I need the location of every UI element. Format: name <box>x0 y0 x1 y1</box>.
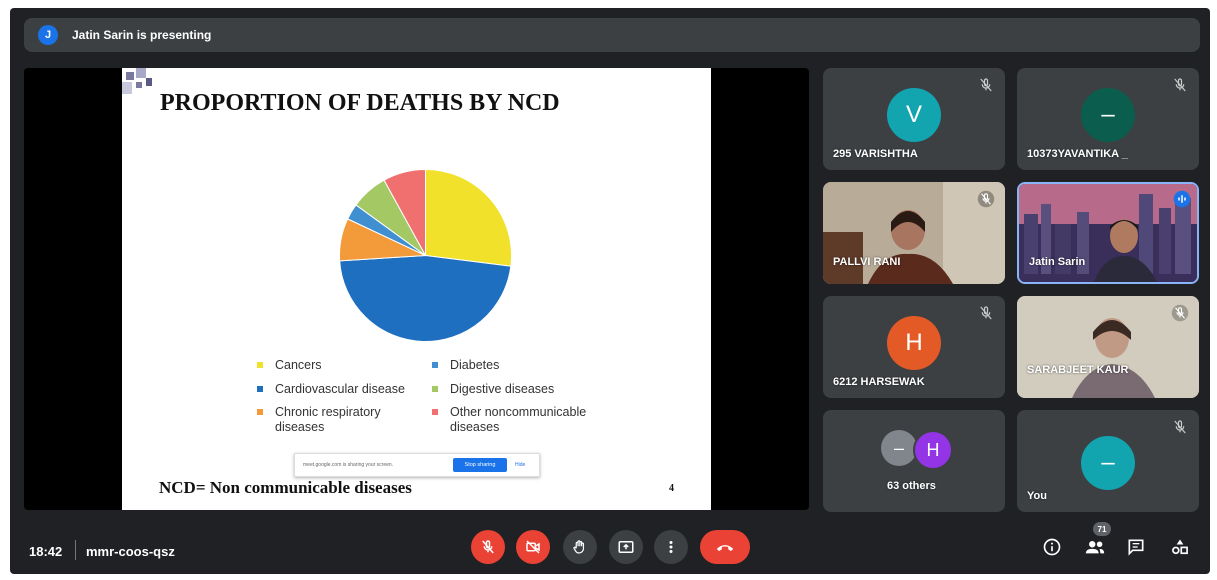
mic-toggle-button[interactable] <box>471 530 505 564</box>
participant-name: You <box>1027 490 1047 502</box>
camera-toggle-button[interactable] <box>516 530 550 564</box>
mic-off-icon <box>1171 304 1189 322</box>
legend-swatch <box>257 409 263 415</box>
participant-avatar: V <box>887 88 941 142</box>
participant-tile[interactable]: V 295 VARISHTHA <box>823 68 1005 170</box>
self-tile[interactable]: – You <box>1017 410 1199 512</box>
meet-window: J Jatin Sarin is presenting PROPORTION O… <box>10 8 1210 574</box>
people-button[interactable] <box>1083 535 1107 559</box>
end-call-button[interactable] <box>700 530 750 564</box>
participant-tile[interactable]: PALLVI RANI <box>823 182 1005 284</box>
mic-off-icon <box>1174 420 1186 434</box>
legend-label: Other noncommunicable diseases <box>450 405 587 434</box>
mic-off-icon <box>977 190 995 208</box>
participant-tile[interactable]: H 6212 HARSEWAK <box>823 296 1005 398</box>
participant-tile[interactable]: – 10373YAVANTIKA _ <box>1017 68 1199 170</box>
legend-label: Cardiovascular disease <box>275 382 405 396</box>
mic-off-icon <box>1174 78 1186 92</box>
info-icon <box>1043 538 1061 556</box>
legend-swatch <box>432 362 438 368</box>
legend-swatch <box>432 386 438 392</box>
stop-sharing-button[interactable]: Stop sharing <box>453 458 507 472</box>
participant-name: PALLVI RANI <box>833 256 901 268</box>
others-tile[interactable]: – H 63 others <box>823 410 1005 512</box>
participant-name: Jatin Sarin <box>1029 256 1086 268</box>
slide-page-number: 4 <box>669 483 674 494</box>
legend-label: Diabetes <box>450 358 500 372</box>
screen-share-notice: meet.google.com is sharing your screen. … <box>294 453 540 477</box>
participant-avatar: H <box>887 316 941 370</box>
legend-label: Chronic respiratory diseases <box>275 405 381 434</box>
participant-name: 10373YAVANTIKA _ <box>1027 148 1128 160</box>
meeting-details-button[interactable] <box>1040 535 1064 559</box>
participant-avatar: – <box>1081 436 1135 490</box>
pie-slice-cardiovascular-disease <box>339 254 512 342</box>
legend-label: Cancers <box>275 358 322 372</box>
slide-decoration <box>136 68 146 78</box>
more-options-button[interactable] <box>654 530 688 564</box>
presentation-slide: PROPORTION OF DEATHS BY NCD Cancers Diab… <box>122 68 711 510</box>
participant-tile[interactable]: SARABJEET KAUR <box>1017 296 1199 398</box>
participant-tile[interactable]: Jatin Sarin <box>1017 182 1199 284</box>
participant-avatar: – <box>881 430 917 466</box>
participant-name: 6212 HARSEWAK <box>833 376 925 388</box>
chat-icon <box>1128 539 1144 556</box>
slide-decoration <box>136 82 142 88</box>
mic-off-icon <box>482 540 494 554</box>
legend-label: Digestive diseases <box>450 382 555 396</box>
slide-decoration <box>146 78 152 86</box>
participant-avatar: – <box>1081 88 1135 142</box>
presenter-avatar: J <box>38 25 58 45</box>
camera-off-icon <box>526 540 540 554</box>
meeting-code[interactable]: mmr-coos-qsz <box>86 544 175 559</box>
others-count-label: 63 others <box>887 480 936 492</box>
participant-name: 295 VARISHTHA <box>833 148 918 160</box>
share-notice-text: meet.google.com is sharing your screen. <box>303 462 394 468</box>
present-screen-button[interactable] <box>609 530 643 564</box>
slide-decoration <box>126 72 134 80</box>
speaking-indicator-icon <box>1173 190 1191 208</box>
more-options-icon <box>669 541 673 553</box>
toolbar-divider <box>75 540 76 560</box>
legend-swatch <box>257 362 263 368</box>
meeting-clock: 18:42 <box>29 544 63 559</box>
chat-button[interactable] <box>1124 535 1148 559</box>
participant-name: SARABJEET KAUR <box>1027 364 1129 376</box>
legend-swatch <box>432 409 438 415</box>
pie-slice-cancers <box>425 168 512 267</box>
pie-chart <box>339 168 512 342</box>
people-icon <box>1085 541 1105 554</box>
mic-off-icon <box>980 306 992 320</box>
present-screen-icon <box>618 541 634 553</box>
end-call-icon <box>716 545 734 552</box>
mic-off-icon <box>980 78 992 92</box>
slide-decoration <box>122 82 132 94</box>
activities-icon <box>1172 539 1188 555</box>
participant-avatar: H <box>913 430 953 470</box>
raise-hand-icon <box>573 540 585 554</box>
presentation-stage[interactable]: PROPORTION OF DEATHS BY NCD Cancers Diab… <box>24 68 809 510</box>
participant-count-badge: 71 <box>1093 522 1111 536</box>
hide-notice-button[interactable]: Hide <box>515 462 525 468</box>
legend-swatch <box>257 386 263 392</box>
activities-button[interactable] <box>1168 535 1192 559</box>
slide-footer-note: NCD= Non communicable diseases <box>159 478 412 497</box>
raise-hand-button[interactable] <box>563 530 597 564</box>
presenter-text: Jatin Sarin is presenting <box>72 28 212 42</box>
slide-title: PROPORTION OF DEATHS BY NCD <box>160 90 560 116</box>
presenter-banner: J Jatin Sarin is presenting <box>24 18 1200 52</box>
